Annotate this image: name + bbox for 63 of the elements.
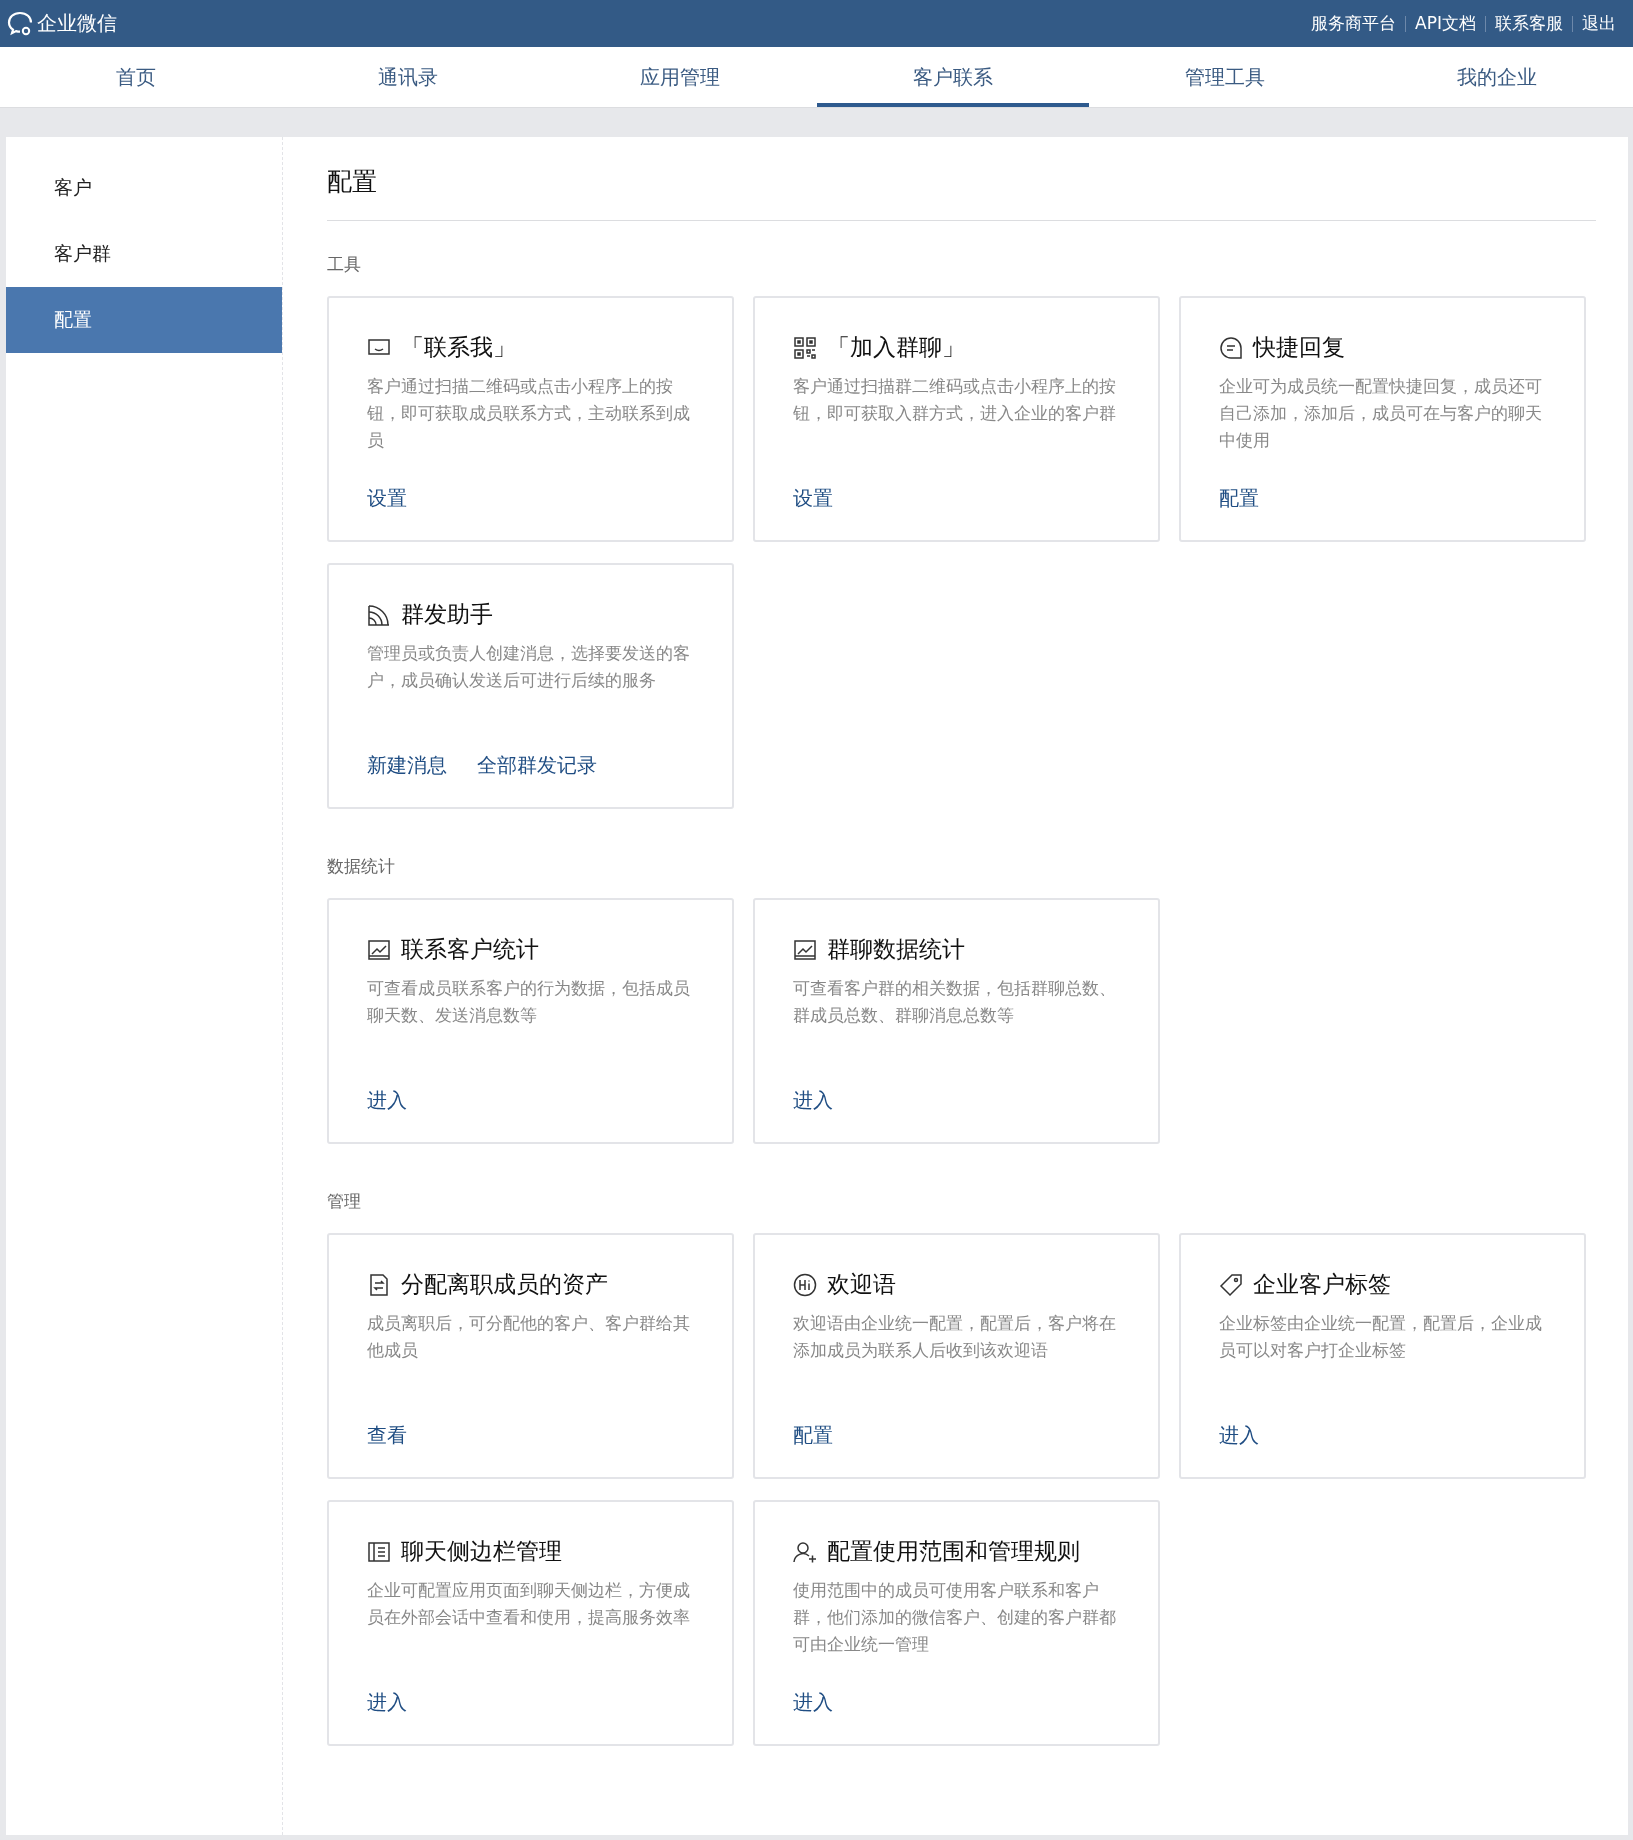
card-title: 欢迎语	[827, 1270, 896, 1299]
sidebar-item[interactable]: 客户	[6, 155, 282, 221]
card-title: 分配离职成员的资产	[401, 1270, 608, 1299]
transfer-icon	[367, 1272, 391, 1297]
header-link[interactable]: 服务商平台	[1302, 12, 1406, 35]
card-title: 群聊数据统计	[827, 935, 965, 964]
card-link[interactable]: 新建消息	[367, 752, 447, 779]
card-link[interactable]: 进入	[793, 1087, 833, 1114]
sidebar-item[interactable]: 配置	[6, 287, 282, 353]
sidebar-icon	[367, 1539, 391, 1564]
card-link[interactable]: 进入	[793, 1689, 833, 1716]
section-title: 工具	[327, 253, 362, 276]
card-description: 客户通过扫描群二维码或点击小程序上的按钮，即可获取入群方式，进入企业的客户群	[793, 375, 1117, 425]
header-link[interactable]: API文档	[1406, 12, 1485, 35]
card-description: 企业可配置应用页面到聊天侧边栏，方便成员在外部会话中查看和使用，提高服务效率	[367, 1579, 691, 1629]
card-description: 管理员或负责人创建消息，选择要发送的客户，成员确认发送后可进行后续的服务	[367, 642, 691, 692]
card-description: 欢迎语由企业统一配置，配置后，客户将在添加成员为联系人后收到该欢迎语	[793, 1312, 1117, 1362]
nav-tab[interactable]: 我的企业	[1360, 47, 1633, 107]
card-link[interactable]: 配置	[793, 1422, 833, 1449]
card-description: 成员离职后，可分配他的客户、客户群给其他成员	[367, 1312, 691, 1362]
tag-icon	[1219, 1272, 1243, 1297]
card-description: 可查看成员联系客户的行为数据，包括成员聊天数、发送消息数等	[367, 977, 691, 1027]
page-title: 配置	[327, 137, 1596, 221]
nav-tab[interactable]: 通讯录	[272, 47, 545, 107]
card-link[interactable]: 进入	[367, 1689, 407, 1716]
section-title: 数据统计	[327, 855, 396, 878]
card-link[interactable]: 进入	[1219, 1422, 1259, 1449]
card-description: 使用范围中的成员可使用客户联系和客户群，他们添加的微信客户、创建的客户群都可由企业统一管理	[793, 1579, 1117, 1656]
card-link[interactable]: 全部群发记录	[477, 752, 597, 779]
nav-tab[interactable]: 应用管理	[544, 47, 817, 107]
card-link[interactable]: 设置	[793, 485, 833, 512]
nav-tab[interactable]: 管理工具	[1088, 47, 1361, 107]
logo-icon	[6, 9, 34, 38]
sidebar-item[interactable]: 客户群	[6, 221, 282, 287]
logo-text: 企业微信	[37, 10, 117, 37]
add-user-icon	[793, 1539, 817, 1564]
chart-icon	[793, 937, 817, 962]
card-title: 群发助手	[401, 600, 493, 629]
card-link[interactable]: 设置	[367, 485, 407, 512]
card-title: 聊天侧边栏管理	[401, 1537, 562, 1566]
nav-tab[interactable]: 首页	[0, 47, 273, 107]
card-title: 联系客户统计	[401, 935, 539, 964]
section-title: 管理	[327, 1190, 362, 1213]
nav-tab[interactable]: 客户联系	[816, 47, 1089, 107]
card-title: 「加入群聊」	[827, 333, 965, 362]
card-title: 「联系我」	[401, 333, 516, 362]
header-link[interactable]: 联系客服	[1486, 12, 1572, 35]
card-title: 企业客户标签	[1253, 1270, 1391, 1299]
header-link[interactable]: 退出	[1573, 12, 1625, 35]
broadcast-icon	[367, 602, 391, 627]
card-description: 企业标签由企业统一配置，配置后，企业成员可以对客户打企业标签	[1219, 1312, 1543, 1362]
card-description: 客户通过扫描二维码或点击小程序上的按钮，即可获取成员联系方式，主动联系到成员	[367, 375, 691, 452]
qr-code-icon	[793, 335, 817, 360]
card-description: 企业可为成员统一配置快捷回复，成员还可自己添加，添加后，成员可在与客户的聊天中使用	[1219, 375, 1543, 452]
card-link[interactable]: 进入	[367, 1087, 407, 1114]
card-title: 配置使用范围和管理规则	[827, 1537, 1080, 1566]
card-title: 快捷回复	[1253, 333, 1345, 362]
chat-bubble-icon	[1219, 335, 1243, 360]
card-description: 可查看客户群的相关数据，包括群聊总数、群成员总数、群聊消息总数等	[793, 977, 1117, 1027]
card-link[interactable]: 查看	[367, 1422, 407, 1449]
card-link[interactable]: 配置	[1219, 485, 1259, 512]
hi-icon	[793, 1272, 817, 1297]
chart-icon	[367, 937, 391, 962]
